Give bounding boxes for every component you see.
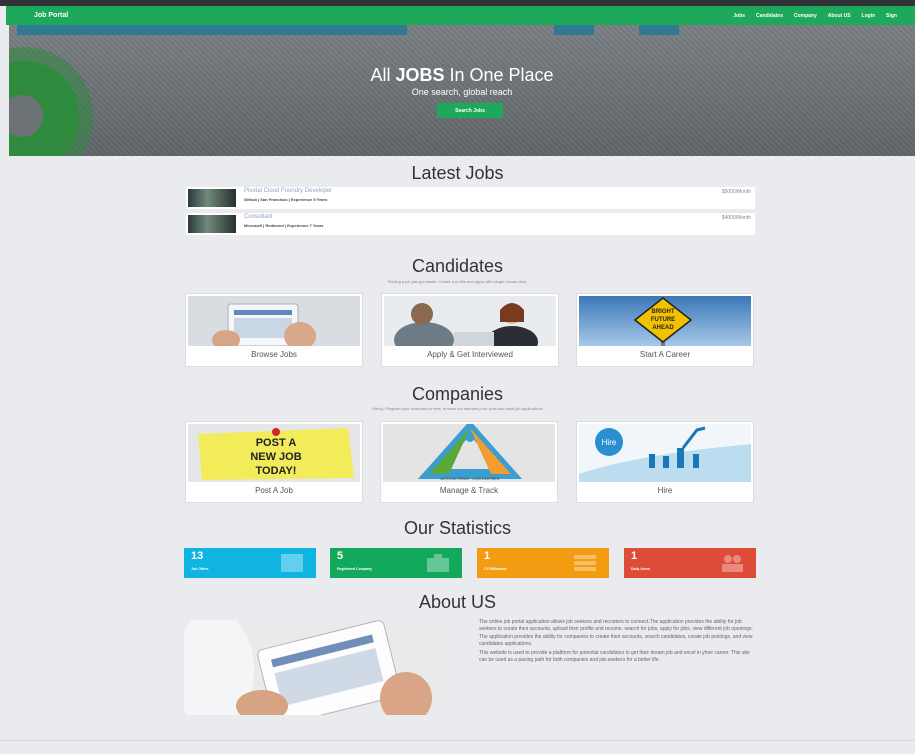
card-label: Hire: [657, 486, 673, 495]
manage-track-card[interactable]: ACTION ITEMS · LOG ENTRIES Manage & Trac…: [380, 421, 558, 503]
job-meta: Github | San Francisco | Experience 5 Ye…: [244, 197, 328, 202]
hero-title: All JOBS In One Place: [370, 65, 554, 85]
hire-card[interactable]: Hire Hire: [576, 421, 754, 503]
stat-caption: Registered Company: [337, 567, 373, 571]
hire-bubble-text: Hire: [602, 438, 617, 447]
about-description: The online job portal application allows…: [479, 619, 754, 667]
nav-link-about[interactable]: About US: [828, 13, 851, 19]
companies-subtitle: Hiring? Register your company for free, …: [372, 406, 543, 411]
statistics-heading: Our Statistics: [403, 518, 512, 538]
stat-registered-company: 5 Registered Company: [330, 548, 462, 578]
footer-divider: [0, 740, 915, 741]
cycle-caption: ACTION ITEMS · LOG ENTRIES: [441, 476, 500, 481]
job-salary: $4000/Month: [721, 215, 751, 221]
nav-links: Jobs Candidates Company About US Login S…: [733, 13, 897, 19]
candidates-subtitle: Finding a job just got easier. Create a …: [387, 279, 528, 284]
stat-caption: Job Offers: [191, 567, 209, 571]
nav-link-login[interactable]: Login: [862, 13, 876, 19]
note-text-line: TODAY!: [256, 465, 297, 477]
briefcase-icon: [427, 554, 449, 572]
card-label: Browse Jobs: [251, 350, 297, 359]
sign-text-line: AHEAD: [652, 325, 674, 331]
about-paragraph: The online job portal application allows…: [479, 619, 753, 647]
job-salary: $5000/Month: [721, 189, 751, 195]
hire-graphic: Hire: [579, 424, 751, 482]
job-list-item[interactable]: Consultant Microsoft | Redmond | Experie…: [186, 213, 755, 235]
card-label: Apply & Get Interviewed: [427, 350, 513, 359]
sticky-note-photo: POST A NEW JOB TODAY!: [188, 424, 360, 482]
browse-jobs-card[interactable]: Browse Jobs: [185, 293, 363, 367]
about-paragraph: This website is used to provide a platfo…: [479, 650, 750, 664]
nav-link-candidates[interactable]: Candidates: [756, 13, 783, 19]
job-list-item[interactable]: Pivotal Cloud Foundry Developer Github |…: [186, 187, 755, 209]
stat-value: 13: [191, 550, 204, 562]
stat-value: 1: [484, 550, 491, 562]
nav-link-jobs[interactable]: Jobs: [733, 13, 745, 19]
job-thumbnail: [188, 189, 236, 207]
search-jobs-button[interactable]: Search Jobs: [437, 103, 503, 118]
document-icon: [281, 554, 303, 572]
apply-interview-card[interactable]: Apply & Get Interviewed: [381, 293, 559, 367]
stat-cv-resume: 1 CV'S/Resume: [477, 548, 609, 578]
hero-decor-bar: [639, 25, 679, 35]
job-meta: Microsoft | Redmond | Experience 7 Years: [244, 223, 324, 228]
card-label: Post A Job: [255, 486, 293, 495]
job-title[interactable]: Pivotal Cloud Foundry Developer: [244, 188, 332, 194]
sign-text-line: BRIGHT: [652, 309, 675, 315]
job-title[interactable]: Consultant: [244, 214, 273, 220]
note-text-line: POST A: [256, 437, 297, 449]
tablet-photo: [188, 296, 360, 346]
interview-photo: [384, 296, 556, 346]
post-job-card[interactable]: POST A NEW JOB TODAY! Post A Job: [185, 421, 363, 503]
about-heading: About US: [418, 592, 497, 612]
nav-link-company[interactable]: Company: [794, 13, 817, 19]
stat-value: 5: [337, 550, 344, 562]
bright-future-sign-photo: BRIGHT FUTURE AHEAD: [579, 296, 751, 346]
note-text-line: NEW JOB: [250, 451, 301, 463]
stat-value: 1: [631, 550, 638, 562]
hero-banner: All JOBS In One Place One search, global…: [9, 25, 915, 156]
job-thumbnail: [188, 215, 236, 233]
stat-caption: Daily Users: [631, 567, 651, 571]
about-tablet-photo: [184, 620, 463, 715]
hero-decor-bar: [554, 25, 594, 35]
hero-decor-bar: [17, 25, 407, 35]
list-icon: [574, 555, 596, 571]
stat-daily-users: 1 Daily Users: [624, 548, 756, 578]
nav-link-signup[interactable]: Sign: [886, 13, 897, 19]
stat-caption: CV'S/Resume: [484, 567, 507, 571]
companies-heading: Companies: [411, 384, 504, 404]
card-label: Start A Career: [639, 350, 691, 359]
navbar: Job Portal Jobs Candidates Company About…: [6, 6, 915, 25]
sign-text-line: FUTURE: [651, 317, 675, 323]
hero-subtitle: One search, global reach: [411, 87, 513, 97]
start-career-card[interactable]: BRIGHT FUTURE AHEAD Start A Career: [576, 293, 754, 367]
users-icon: [722, 555, 743, 572]
latest-jobs-heading: Latest Jobs: [411, 163, 504, 183]
brand-logo[interactable]: Job Portal: [34, 12, 68, 19]
stat-job-offers: 13 Job Offers: [184, 548, 316, 578]
candidates-heading: Candidates: [411, 256, 504, 276]
workflow-cycle-graphic: ACTION ITEMS · LOG ENTRIES: [383, 424, 555, 482]
card-label: Manage & Track: [439, 486, 499, 495]
